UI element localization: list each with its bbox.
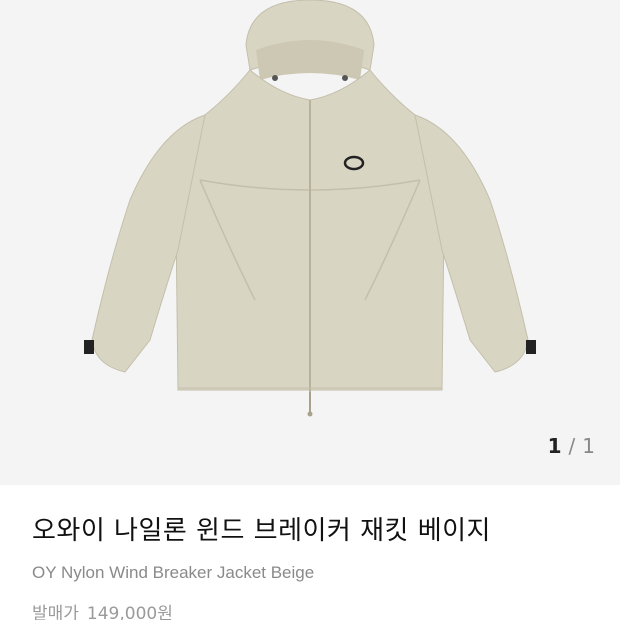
gallery-current-page: 1 [547,434,563,458]
product-title-english: OY Nylon Wind Breaker Jacket Beige [32,563,315,582]
product-info: 오와이 나일론 윈드 브레이커 재킷 베이지 OY Nylon Wind Bre… [32,510,600,620]
release-price-value: 149,000원 [86,604,173,620]
gallery-total-pages: 1 [582,434,596,458]
gallery-page-indicator: 1/1 [548,434,596,458]
gallery-page-separator: / [568,434,577,458]
product-title-korean: 오와이 나일론 윈드 브레이커 재킷 베이지 [32,516,491,546]
release-price: 발매가 149,000원 [32,599,600,620]
product-image[interactable] [0,0,620,485]
product-image-gallery[interactable]: 1/1 [0,0,620,485]
release-price-label: 발매가 [32,604,79,620]
